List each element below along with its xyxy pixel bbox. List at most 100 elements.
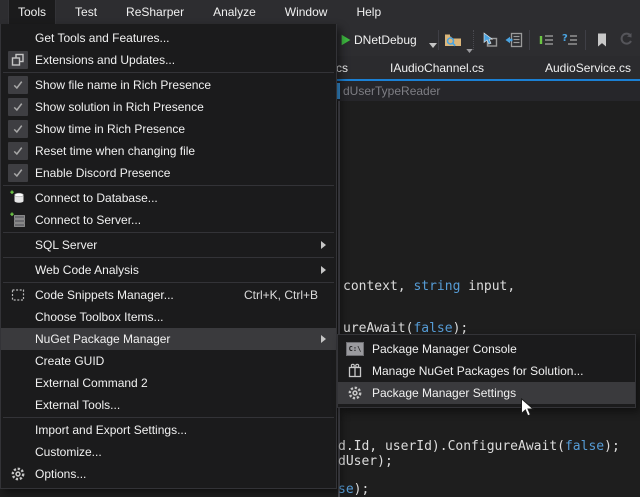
breadcrumb-accent-bar xyxy=(337,83,340,99)
menu-item-label: Code Snippets Manager... xyxy=(35,288,244,302)
menu-item-label: Create GUID xyxy=(35,354,328,368)
menu-item-get-tools-and-features[interactable]: Get Tools and Features... xyxy=(1,27,336,49)
tab-audioservice-cs[interactable]: AudioService.cs xyxy=(545,61,631,75)
code-line: d.Id, userId).ConfigureAwait(false); xyxy=(338,440,620,454)
check-icon xyxy=(1,162,35,184)
toolbar-dotted-separator xyxy=(473,30,474,50)
menu-item-code-snippets-manager[interactable]: Code Snippets Manager...Ctrl+K, Ctrl+B xyxy=(1,284,336,306)
previous-bookmark-icon[interactable] xyxy=(617,32,635,48)
toolbar-separator xyxy=(438,30,439,50)
menu-item-label: Package Manager Console xyxy=(372,342,627,356)
menu-item-shortcut: Ctrl+K, Ctrl+B xyxy=(244,288,318,302)
code-segment: string xyxy=(413,279,460,294)
editor-left-edge-line xyxy=(338,101,340,497)
menubar-item-tools[interactable]: Tools xyxy=(8,0,56,24)
menu-item-sql-server[interactable]: SQL Server xyxy=(1,234,336,256)
menu-item-gutter xyxy=(1,306,35,328)
menu-item-enable-discord-presence[interactable]: Enable Discord Presence xyxy=(1,162,336,184)
menubar-item-test[interactable]: Test xyxy=(65,0,107,24)
menu-item-gutter xyxy=(1,259,35,281)
menu-separator xyxy=(3,232,334,233)
menu-item-gutter xyxy=(1,350,35,372)
tab-cs[interactable]: cs xyxy=(336,61,348,75)
server-icon xyxy=(1,209,35,231)
navigate-to-icon[interactable] xyxy=(480,32,498,48)
menu-item-connect-to-database[interactable]: Connect to Database... xyxy=(1,187,336,209)
menu-item-label: External Command 2 xyxy=(35,376,328,390)
format-document-icon[interactable] xyxy=(538,32,556,48)
document-outline-icon[interactable] xyxy=(505,32,523,48)
menu-item-label: Customize... xyxy=(35,445,328,459)
menu-item-gutter xyxy=(1,328,35,350)
menu-item-label: NuGet Package Manager xyxy=(35,332,321,346)
start-debugging-icon[interactable] xyxy=(337,32,355,48)
menu-item-web-code-analysis[interactable]: Web Code Analysis xyxy=(1,259,336,281)
menu-item-gutter xyxy=(1,419,35,441)
svg-text:?: ? xyxy=(562,33,568,44)
menu-item-label: External Tools... xyxy=(35,398,328,412)
check-icon xyxy=(1,74,35,96)
nuget-package-manager-submenu: C:\Package Manager ConsoleManage NuGet P… xyxy=(337,334,636,408)
menu-item-nuget-package-manager[interactable]: NuGet Package Manager xyxy=(1,328,336,350)
tab-iaudiochannel-cs[interactable]: IAudioChannel.cs xyxy=(390,61,484,75)
submenu-arrow-icon xyxy=(321,335,326,343)
menubar-item-resharper[interactable]: ReSharper xyxy=(116,0,194,24)
menu-item-options[interactable]: Options... xyxy=(1,463,336,485)
menu-item-show-time-in-rich-presence[interactable]: Show time in Rich Presence xyxy=(1,118,336,140)
menubar-item-window[interactable]: Window xyxy=(275,0,338,24)
menu-separator xyxy=(3,417,334,418)
menu-item-gutter xyxy=(1,234,35,256)
menu-item-import-and-export-settings[interactable]: Import and Export Settings... xyxy=(1,419,336,441)
sort-usings-icon[interactable]: ? xyxy=(561,32,579,48)
toolbar-separator xyxy=(529,30,530,50)
menu-item-extensions-and-updates[interactable]: Extensions and Updates... xyxy=(1,49,336,71)
code-segment: se xyxy=(338,482,354,497)
menu-separator xyxy=(3,185,334,186)
menu-separator xyxy=(3,257,334,258)
menu-item-label: Choose Toolbox Items... xyxy=(35,310,328,324)
menu-item-label: Show file name in Rich Presence xyxy=(35,78,328,92)
code-segment: false xyxy=(565,439,604,454)
menu-item-label: Options... xyxy=(35,467,328,481)
configuration-caret-icon[interactable] xyxy=(424,37,442,53)
menu-item-label: Extensions and Updates... xyxy=(35,53,328,67)
code-line: dUser); xyxy=(338,455,393,469)
menu-item-show-file-name-in-rich-presence[interactable]: Show file name in Rich Presence xyxy=(1,74,336,96)
console-icon: C:\ xyxy=(338,338,372,360)
toolbar-separator xyxy=(585,30,586,50)
menubar-item-help[interactable]: Help xyxy=(346,0,391,24)
code-segment: input, xyxy=(460,279,515,294)
menu-item-reset-time-when-changing-file[interactable]: Reset time when changing file xyxy=(1,140,336,162)
menu-item-external-command-2[interactable]: External Command 2 xyxy=(1,372,336,394)
submenu-item-manage-nuget-packages-for-solution[interactable]: Manage NuGet Packages for Solution... xyxy=(338,360,635,382)
menu-item-customize[interactable]: Customize... xyxy=(1,441,336,463)
menu-item-label: Web Code Analysis xyxy=(35,263,321,277)
bookmark-icon[interactable] xyxy=(593,32,611,48)
submenu-item-package-manager-console[interactable]: C:\Package Manager Console xyxy=(338,338,635,360)
submenu-item-package-manager-settings[interactable]: Package Manager Settings xyxy=(338,382,635,404)
menu-separator xyxy=(3,282,334,283)
mouse-cursor xyxy=(520,398,537,423)
tools-menu-dropdown: Get Tools and Features... Extensions and … xyxy=(0,24,337,489)
package-icon xyxy=(338,360,372,382)
menu-item-label: Show solution in Rich Presence xyxy=(35,100,328,114)
menu-item-external-tools[interactable]: External Tools... xyxy=(1,394,336,416)
code-line: context, string input, xyxy=(343,280,515,294)
solution-configuration-label[interactable]: DNetDebug xyxy=(354,33,417,47)
check-icon xyxy=(1,96,35,118)
gear-icon xyxy=(1,463,35,485)
database-icon xyxy=(1,187,35,209)
menu-item-show-solution-in-rich-presence[interactable]: Show solution in Rich Presence xyxy=(1,96,336,118)
menu-item-create-guid[interactable]: Create GUID xyxy=(1,350,336,372)
menu-item-label: SQL Server xyxy=(35,238,321,252)
menu-item-gutter xyxy=(1,441,35,463)
menu-separator xyxy=(3,72,334,73)
menu-item-label: Show time in Rich Presence xyxy=(35,122,328,136)
menu-item-connect-to-server[interactable]: Connect to Server... xyxy=(1,209,336,231)
menubar-item-analyze[interactable]: Analyze xyxy=(203,0,266,24)
breadcrumb-type-label[interactable]: dUserTypeReader xyxy=(343,84,440,98)
gear-icon xyxy=(338,382,372,404)
code-line: se); xyxy=(338,483,369,497)
menu-item-choose-toolbox-items[interactable]: Choose Toolbox Items... xyxy=(1,306,336,328)
check-icon xyxy=(1,140,35,162)
